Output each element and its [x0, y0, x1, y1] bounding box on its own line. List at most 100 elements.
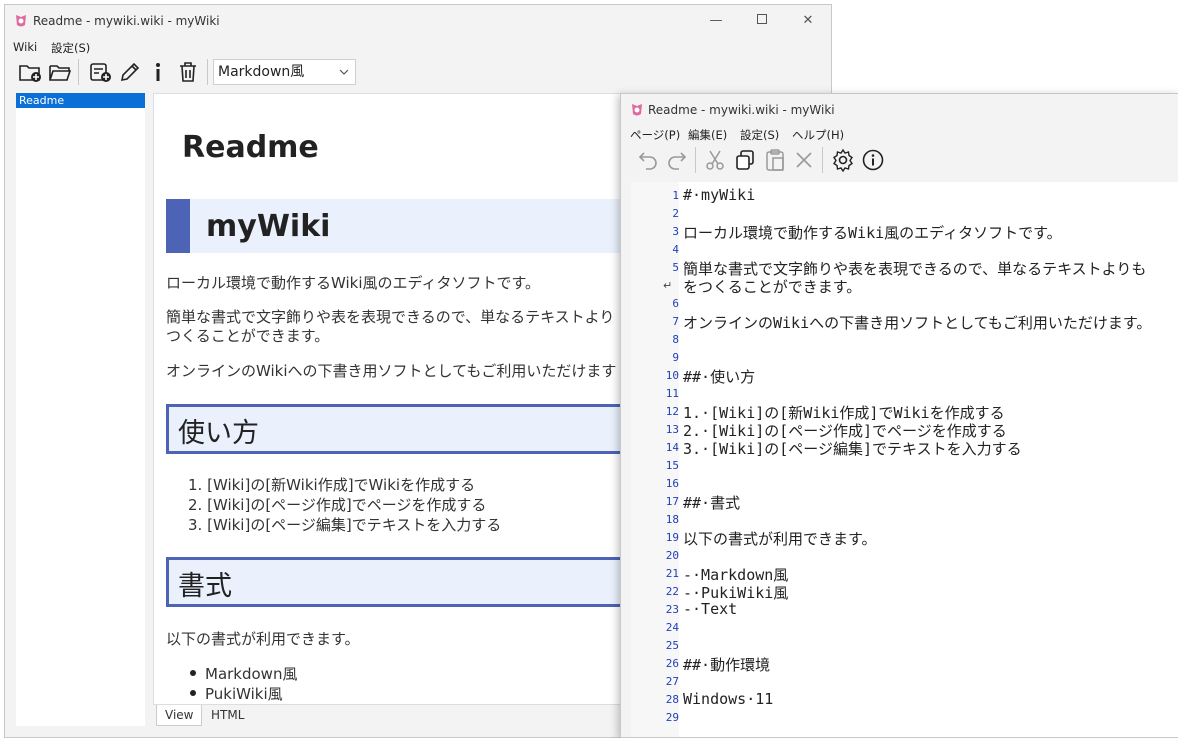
page-list: Readme	[16, 93, 145, 726]
toolbar-separator	[207, 59, 208, 85]
gear-icon	[833, 148, 853, 172]
trash-icon	[180, 62, 196, 82]
view-h2-accent	[166, 199, 190, 253]
open-wiki-button[interactable]	[47, 59, 73, 85]
editor-titlebar[interactable]: Readme - mywiki.wiki - myWiki	[621, 94, 1178, 126]
folder-open-icon	[49, 65, 72, 81]
line-number: 10	[665, 369, 679, 382]
undo-button[interactable]	[635, 147, 661, 173]
minimize-button[interactable]: —	[705, 11, 727, 31]
list-item: PukiWiki風	[205, 685, 283, 703]
tab-html[interactable]: HTML	[203, 705, 252, 725]
line-number: 7	[672, 315, 679, 328]
line-number: 28	[665, 693, 679, 706]
format-select[interactable]: Markdown風	[213, 59, 356, 85]
new-page-icon	[90, 63, 111, 82]
line-number: 16	[665, 477, 679, 490]
maximize-button[interactable]	[751, 11, 773, 31]
view-h3-text: 使い方	[178, 418, 259, 449]
line-number: 25	[665, 639, 679, 652]
list-item: 2. [Wiki]の[ページ作成]でページを作成する	[188, 496, 487, 514]
line-number: 11	[665, 387, 679, 400]
edit-page-button[interactable]	[117, 59, 143, 85]
line-number: 24	[665, 621, 679, 634]
line-number: 1	[672, 189, 679, 202]
close-icon	[796, 152, 812, 168]
line-number: 20	[665, 549, 679, 562]
line-number: 13	[665, 423, 679, 436]
line-number: 27	[665, 675, 679, 688]
cut-button[interactable]	[702, 147, 728, 173]
code-editor[interactable]: 1 2 3 4 5 ↵ 6 7 8 9 10 11 12 13 14 15 16 17 18 19 20 21 22 23 24…	[631, 182, 1178, 737]
undo-icon	[638, 152, 657, 170]
tab-view[interactable]: View	[156, 705, 203, 726]
line-number: 15	[665, 459, 679, 472]
code-line: ##·動作環境	[683, 656, 771, 674]
line-number: 12	[665, 405, 679, 418]
list-item: 1. [Wiki]の[新Wiki作成]でWikiを作成する	[188, 476, 476, 494]
copy-button[interactable]	[732, 147, 758, 173]
new-wiki-button[interactable]	[17, 59, 43, 85]
menu-help[interactable]: ヘルプ(H)	[792, 127, 844, 143]
line-number: 4	[672, 243, 679, 256]
code-line: オンラインのWikiへの下書き用ソフトとしてもご利用いただけます。	[683, 314, 1152, 332]
view-paragraph: 以下の書式が利用できます。	[166, 630, 360, 648]
menu-settings[interactable]: 設定(S)	[51, 40, 90, 56]
line-number: 6	[672, 297, 679, 310]
close-button[interactable]: ✕	[797, 11, 819, 31]
toolbar-separator	[78, 59, 79, 85]
menu-settings[interactable]: 設定(S)	[740, 127, 779, 143]
info-button[interactable]	[860, 147, 886, 173]
line-number: 26	[665, 657, 679, 670]
main-titlebar[interactable]: Readme - mywiki.wiki - myWiki — ✕	[5, 5, 831, 37]
code-line: -·Text	[683, 600, 738, 618]
view-paragraph: ローカル環境で動作するWiki風のエディタソフトです。	[166, 274, 540, 292]
view-paragraph: つくることができます。	[166, 327, 330, 345]
chevron-down-icon	[339, 69, 349, 75]
line-number: 21	[665, 567, 679, 580]
view-h3-text: 書式	[178, 571, 232, 602]
new-folder-icon	[19, 65, 41, 82]
editor-menubar: ページ(P) 編集(E) 設定(S) ヘルプ(H)	[621, 125, 1178, 145]
scissors-icon	[706, 150, 724, 170]
page-list-item[interactable]: Readme	[16, 93, 145, 108]
line-number: 23	[665, 603, 679, 616]
line-number: 5	[672, 261, 679, 274]
info-circle-icon	[862, 149, 884, 171]
line-number: 19	[665, 531, 679, 544]
code-line: をつくることができます。	[683, 278, 862, 296]
view-h3-format: 書式	[166, 557, 632, 607]
new-page-button[interactable]	[87, 59, 113, 85]
app-logo-icon	[16, 15, 26, 27]
line-number: 22	[665, 585, 679, 598]
redo-button[interactable]	[664, 147, 690, 173]
wrap-arrow-icon: ↵	[663, 279, 673, 292]
line-number: 9	[672, 351, 679, 364]
view-paragraph: 簡単な書式で文字飾りや表を表現できるので、単なるテキストより	[166, 308, 615, 326]
line-number: 14	[665, 441, 679, 454]
code-line: #·myWiki	[683, 186, 756, 204]
list-item: Markdown風	[205, 665, 298, 683]
paste-button[interactable]	[762, 147, 788, 173]
editor-window-title: Readme - mywiki.wiki - myWiki	[648, 103, 835, 117]
bullet-icon	[190, 670, 196, 676]
menu-wiki[interactable]: Wiki	[13, 40, 37, 54]
app-logo-icon	[632, 104, 642, 116]
line-number: 3	[672, 225, 679, 238]
settings-button[interactable]	[830, 147, 856, 173]
line-number: 8	[672, 333, 679, 346]
code-line: ローカル環境で動作するWiki風のエディタソフトです。	[683, 224, 1062, 242]
format-select-value: Markdown風	[218, 64, 305, 80]
delete-page-button[interactable]	[175, 59, 201, 85]
delete-button[interactable]	[791, 147, 817, 173]
toolbar-separator	[822, 147, 823, 173]
menu-edit[interactable]: 編集(E)	[688, 127, 727, 143]
line-number-gutter: 1 2 3 4 5 ↵ 6 7 8 9 10 11 12 13 14 15 16 17 18 19 20 21 22 23 24…	[631, 182, 679, 737]
copy-icon	[736, 150, 754, 170]
view-page-title: Readme	[182, 130, 319, 165]
editor-window: Readme - mywiki.wiki - myWiki ページ(P) 編集(…	[620, 93, 1178, 738]
menu-page[interactable]: ページ(P)	[630, 127, 680, 143]
view-pane: Readme myWiki ローカル環境で動作するWiki風のエディタソフトです…	[153, 93, 633, 705]
code-line: ##·使い方	[683, 368, 756, 386]
page-info-button[interactable]	[145, 59, 171, 85]
